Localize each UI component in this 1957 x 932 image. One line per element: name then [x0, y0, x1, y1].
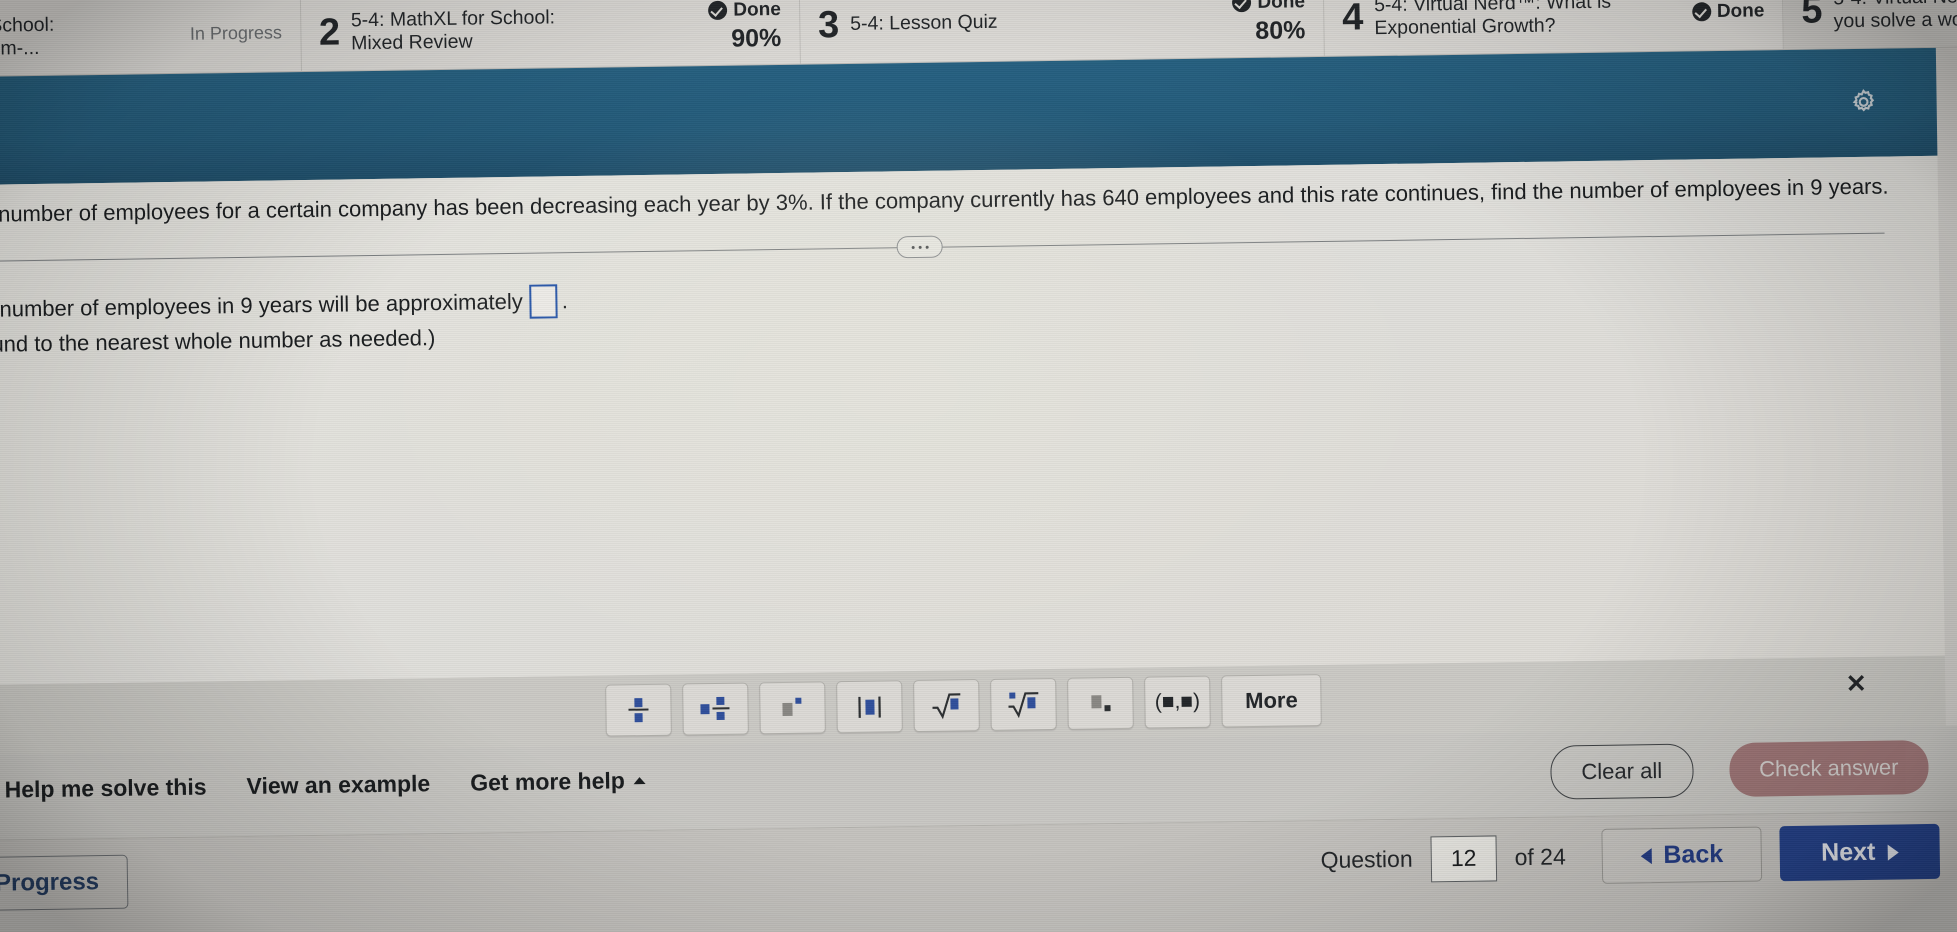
triangle-right-icon [1887, 843, 1899, 861]
view-an-example-link[interactable]: View an example [246, 770, 430, 800]
assignment-status-1: In Progress [164, 22, 282, 45]
square-root-icon[interactable] [913, 679, 980, 733]
subscript-icon[interactable] [1067, 676, 1134, 730]
assignment-title-line1: 5-4: Virtual Ne [1833, 0, 1957, 9]
triangle-left-icon [1640, 847, 1652, 864]
get-more-help-link[interactable]: Get more help [470, 767, 646, 797]
back-button[interactable]: Back [1601, 826, 1763, 884]
ordered-pair-icon[interactable]: (■,■) [1144, 675, 1211, 729]
check-circle-icon [1691, 2, 1712, 22]
assignment-done-row-3: Done [1232, 0, 1305, 14]
assignment-title-line2: Exponential Growth? [1374, 13, 1556, 39]
section-divider [0, 219, 1885, 278]
question-text: The number of employees for a certain co… [0, 173, 1889, 228]
help-me-solve-this-link[interactable]: Help me solve this [4, 774, 206, 804]
help-link-label: Get more help [470, 767, 626, 796]
check-answer-button[interactable]: Check answer [1728, 740, 1929, 797]
assignment-status-2: Done 90% [682, 0, 781, 54]
math-palette: (■,■) More [605, 674, 1322, 737]
assignment-number-2: 2 [318, 10, 341, 54]
assignment-done-label-3: Done [1257, 0, 1306, 13]
assignment-card-2[interactable]: 2 5-4: MathXL for School: Mixed Review D… [300, 0, 801, 72]
assignment-number-5: 5 [1801, 0, 1823, 32]
question-total-label: of 24 [1514, 843, 1566, 871]
assignment-status-4: Done [1666, 0, 1765, 23]
assignment-title-line1: 5-4: Virtual Nerd™: What is [1373, 0, 1612, 16]
assignment-progress-label-1: In Progress [189, 22, 283, 44]
assignment-title-line2: em-... [0, 36, 40, 60]
assignment-number-4: 4 [1341, 0, 1364, 39]
assignment-title-line2: you solve a wo [1833, 7, 1957, 32]
assignment-title-4: 5-4: Virtual Nerd™: What is Exponential … [1374, 0, 1612, 40]
assignment-card-3[interactable]: 3 5-4: Lesson Quiz Done 80% [799, 0, 1325, 64]
check-circle-icon [708, 0, 728, 21]
assignment-card-4[interactable]: 4 5-4: Virtual Nerd™: What is Exponentia… [1323, 0, 1784, 56]
assignment-done-label-4: Done [1716, 0, 1765, 22]
rounding-instruction: (Round to the nearest whole number as ne… [0, 324, 436, 357]
ellipsis-dot [911, 245, 915, 249]
exercise-content: The number of employees for a certain co… [0, 155, 1945, 685]
ordered-pair-label: (■,■) [1154, 689, 1201, 714]
more-symbols-button[interactable]: More [1221, 674, 1322, 728]
assignment-title-2: 5-4: MathXL for School: Mixed Review [351, 6, 556, 55]
next-button-label: Next [1820, 837, 1876, 867]
clear-all-button[interactable]: Clear all [1550, 743, 1694, 800]
assignment-title-1: School: em-... [0, 13, 55, 60]
expand-ellipsis-button[interactable] [896, 235, 943, 259]
gear-icon[interactable] [1846, 85, 1881, 120]
absolute-value-icon[interactable] [836, 680, 903, 734]
photo-of-screen: School: em-... In Progress 2 5-4: MathXL… [0, 0, 1957, 932]
question-number-input[interactable]: 12 [1430, 834, 1497, 882]
nth-root-icon[interactable] [990, 677, 1057, 731]
assignment-done-row-4: Done [1691, 0, 1765, 23]
assignment-title-line1: School: [0, 13, 55, 37]
help-link-label: Help me solve this [4, 773, 207, 803]
progress-button[interactable]: Progress [0, 854, 129, 912]
question-label: Question [1320, 845, 1413, 874]
assignment-card-1[interactable]: School: em-... In Progress [0, 0, 302, 76]
help-links: Help me solve this View an example Get m… [4, 767, 646, 804]
answer-period: . [561, 288, 569, 314]
assignment-status-3: Done 80% [1206, 0, 1306, 46]
assignment-title-line1: 5-4: Lesson Quiz [850, 10, 998, 35]
ellipsis-dot [918, 245, 922, 249]
help-link-label: View an example [246, 770, 431, 799]
assignment-title-3: 5-4: Lesson Quiz [850, 11, 998, 36]
answer-block: The number of employees in 9 years will … [0, 284, 569, 363]
back-button-label: Back [1663, 840, 1724, 869]
check-circle-icon [1232, 0, 1252, 13]
assignment-percent-2: 90% [730, 23, 782, 53]
mixed-number-icon[interactable] [682, 682, 749, 736]
assignment-card-5[interactable]: 5 5-4: Virtual Ne you solve a wo [1782, 0, 1957, 50]
next-button[interactable]: Next [1779, 823, 1941, 882]
help-action-buttons: Clear all Check answer [1550, 740, 1929, 800]
fraction-icon[interactable] [605, 683, 672, 737]
assignment-number-3: 3 [817, 3, 840, 46]
question-navigation: Question 12 of 24 Back Next [1320, 823, 1941, 888]
close-palette-icon[interactable]: ✕ [1841, 669, 1871, 699]
mathxl-application-screen: School: em-... In Progress 2 5-4: MathXL… [0, 0, 1957, 932]
answer-input-box[interactable] [529, 284, 559, 320]
exponent-icon[interactable] [759, 681, 826, 735]
assignment-done-row-2: Done [708, 0, 781, 22]
assignment-percent-3: 80% [1255, 15, 1306, 45]
assignment-title-line1: 5-4: MathXL for School: [350, 5, 556, 31]
assignment-title-line2: Mixed Review [351, 30, 473, 54]
assignment-title-5: 5-4: Virtual Ne you solve a wo [1833, 0, 1957, 33]
ellipsis-dot [925, 245, 929, 249]
assignment-done-label-2: Done [733, 0, 781, 21]
chevron-up-icon [633, 777, 646, 785]
